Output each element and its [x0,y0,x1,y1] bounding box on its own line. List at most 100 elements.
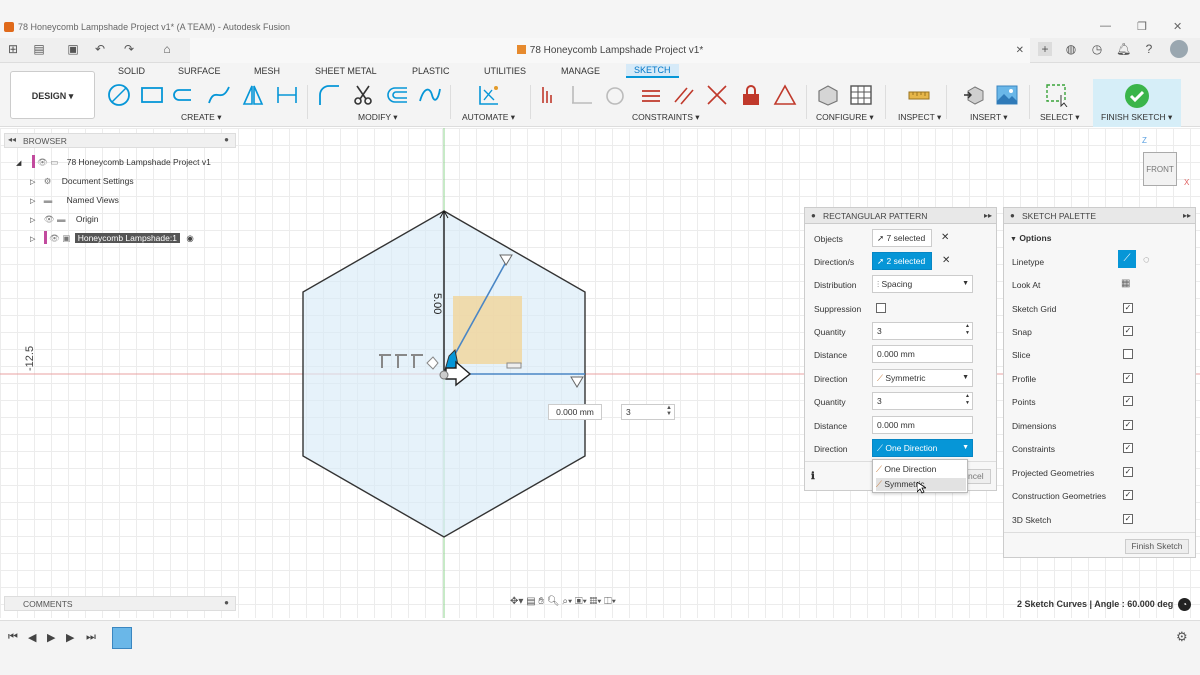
options-section-toggle[interactable]: ▼ Options [1010,233,1051,243]
browser-item-document-settings[interactable]: ▷ ⚙ Document Settings [30,174,230,188]
perpendicular-constraint-icon[interactable] [705,83,729,107]
expand-icon[interactable]: ▷ [30,217,35,224]
collinear-constraint-icon[interactable] [570,83,594,107]
app-grid-icon[interactable]: ⊞ [6,42,20,56]
timeline-settings-icon[interactable]: ⚙ [1176,629,1188,645]
go-to-end-icon[interactable]: ⏭ [86,631,96,644]
tab-surface[interactable]: SURFACE [178,66,221,76]
points-checkbox[interactable]: ✓ [1123,396,1133,406]
tab-utilities[interactable]: UTILITIES [484,66,526,76]
tab-plastic[interactable]: PLASTIC [412,66,450,76]
eye-icon[interactable]: 👁︎ [37,157,48,167]
coincident-constraint-icon[interactable] [539,83,563,107]
browser-item-honeycomb[interactable]: ▷ 👁︎ ▣ Honeycomb Lampshade:1 ◉ [30,231,230,245]
construction-linetype-icon[interactable]: ⟋ [1118,250,1136,268]
fix-constraint-icon[interactable] [739,83,763,107]
fillet-tool-icon[interactable] [317,83,341,107]
tab-solid[interactable]: SOLID [118,66,145,76]
tab-sheet-metal[interactable]: SHEET METAL [315,66,377,76]
timeline-sketch-feature[interactable] [112,627,132,649]
file-icon[interactable]: ▤ [32,42,46,56]
dimension-tool-icon[interactable] [275,83,299,107]
expand-panel-icon[interactable]: ▸▸ [984,208,992,224]
automate-menu[interactable]: AUTOMATE ▾ [462,112,515,123]
configure-table-icon[interactable] [849,83,873,107]
avatar[interactable] [1170,40,1188,58]
inline-quantity-stepper-icon[interactable]: ▲ ▼ [666,405,672,417]
go-to-start-icon[interactable]: ⏮ [8,631,18,644]
direction1-select[interactable]: ⟋ Symmetric ▼ [872,369,973,387]
eye-icon[interactable]: 👁︎ [49,233,60,243]
clear-directions-icon[interactable]: ✕ [942,255,950,266]
save-icon[interactable]: ▣ [66,42,80,56]
snap-checkbox[interactable]: ✓ [1123,326,1133,336]
extensions-icon[interactable]: ◍ [1064,42,1078,56]
viewcube[interactable]: FRONT [1143,152,1177,186]
configure-box-icon[interactable] [816,83,840,107]
slot-tool-icon[interactable] [173,83,197,107]
viewports-icon[interactable]: ◫▾ [604,596,616,607]
directions-selection[interactable]: ➚ 2 selected [872,252,932,270]
minimize-icon[interactable]: — [1100,20,1111,32]
spline-tool-icon[interactable] [207,83,231,107]
expand-panel-icon[interactable]: ▸▸ [1183,208,1191,224]
grid-settings-icon[interactable]: ▦▾ [590,596,602,607]
browser-item-origin[interactable]: ▷ 👁︎ ▬ Origin [30,212,230,226]
configure-menu[interactable]: CONFIGURE ▾ [816,112,874,123]
construction-geometries-checkbox[interactable]: ✓ [1123,490,1133,500]
quantity1-input[interactable]: 3 ▲ ▼ [872,322,973,340]
direction2-select[interactable]: ⟋ One Direction ▼ [872,439,973,457]
distance2-input[interactable]: 0.000 mm [872,416,973,434]
orbit-icon[interactable]: ✥▾ [510,596,523,607]
look-at-nav-icon[interactable]: ▤ [526,596,535,607]
midpoint-constraint-icon[interactable] [773,83,797,107]
objects-selection[interactable]: ➚ 7 selected [872,229,932,247]
insert-image-icon[interactable] [995,83,1019,107]
step-forward-icon[interactable]: ▶︎ [66,631,74,644]
status-indicator-icon[interactable]: ◔ [1178,598,1191,611]
new-tab-icon[interactable]: + [1038,42,1052,56]
finish-sketch-panel-button[interactable]: Finish Sketch [1125,539,1189,554]
zoom-icon[interactable]: 🔍︎ [547,596,560,607]
eye-icon[interactable]: 👁︎ [44,214,55,224]
sketch-grid-checkbox[interactable]: ✓ [1123,303,1133,313]
notifications-icon[interactable]: 🔔︎ [1116,42,1131,56]
select-menu[interactable]: SELECT ▾ [1040,112,1080,123]
circle-tool-icon[interactable] [107,83,131,107]
quantity2-stepper-icon[interactable]: ▲ ▼ [965,393,970,407]
create-menu[interactable]: CREATE ▾ [181,112,221,123]
workspace-switcher-button[interactable]: DESIGN ▾ [10,71,95,119]
suppression-checkbox[interactable] [876,303,886,313]
parallel-constraint-icon[interactable] [672,83,696,107]
rectangle-tool-icon[interactable] [140,83,164,107]
collapse-browser-icon[interactable]: ◂◂ [8,135,16,144]
display-settings-icon[interactable]: ▣▾ [575,596,587,607]
expand-icon[interactable]: ◢ [16,160,21,167]
job-status-icon[interactable]: ◷ [1090,42,1104,56]
select-window-icon[interactable] [1045,83,1069,107]
browser-header[interactable]: ◂◂ BROWSER ● [4,133,236,148]
fit-icon[interactable]: ⌕▾ [562,596,572,607]
distance1-input[interactable]: 0.000 mm [872,345,973,363]
break-tool-icon[interactable] [418,83,442,107]
finish-sketch-button[interactable]: FINISH SKETCH ▾ [1093,79,1181,127]
profile-checkbox[interactable]: ✓ [1123,373,1133,383]
clear-objects-icon[interactable]: ✕ [941,232,949,243]
maximize-icon[interactable]: ❐ [1137,20,1147,33]
comments-pin-icon[interactable]: ● [224,598,229,607]
mirror-tool-icon[interactable] [241,83,265,107]
insert-menu[interactable]: INSERT ▾ [970,112,1008,123]
inspect-menu[interactable]: INSPECT ▾ [898,112,941,123]
look-at-icon[interactable]: ▦ [1121,278,1130,289]
3d-sketch-checkbox[interactable]: ✓ [1123,514,1133,524]
dropdown-option-one-direction[interactable]: ⟋ One Direction [876,463,966,476]
distribution-select[interactable]: ⫶ Spacing ▼ [872,275,973,293]
play-icon[interactable]: ▶ [47,631,55,644]
redo-icon[interactable]: ↷ [122,42,136,56]
comments-panel[interactable]: COMMENTS ● [4,596,236,611]
projected-geometries-checkbox[interactable]: ✓ [1123,467,1133,477]
browser-pin-icon[interactable]: ● [224,135,229,144]
close-window-icon[interactable]: ✕ [1173,20,1182,33]
close-tab-icon[interactable]: ✕ [1016,38,1024,63]
tab-manage[interactable]: MANAGE [561,66,600,76]
